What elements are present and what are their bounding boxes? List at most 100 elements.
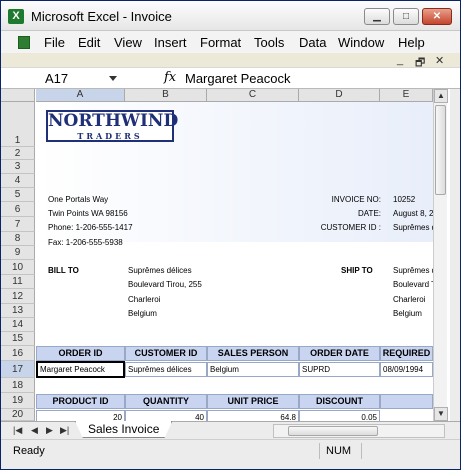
menu-window[interactable]: Window — [338, 35, 384, 50]
row-header-8[interactable]: 8 — [1, 232, 35, 246]
menu-help[interactable]: Help — [398, 35, 425, 50]
cell-c20[interactable]: 64.8 — [207, 410, 299, 421]
product-header-discount[interactable]: DISCOUNT — [299, 394, 380, 409]
row-header-20[interactable]: 20 — [1, 409, 35, 421]
select-all-corner[interactable] — [1, 89, 35, 102]
row-header-11[interactable]: 11 — [1, 275, 35, 289]
column-header-d[interactable]: D — [299, 89, 380, 102]
invoice-no-value[interactable]: 10252 — [393, 195, 415, 204]
row-header-16[interactable]: 16 — [1, 346, 35, 361]
company-fax[interactable]: Fax: 1-206-555-5938 — [48, 238, 123, 247]
row-header-19[interactable]: 19 — [1, 393, 35, 409]
cell-d20[interactable]: 0.05 — [299, 410, 380, 421]
row-header-15[interactable]: 15 — [1, 332, 35, 346]
menu-insert[interactable]: Insert — [154, 35, 187, 50]
invoice-no-label[interactable]: INVOICE NO: — [306, 195, 381, 204]
northwind-logo: NORTHWIND TRADERS — [46, 110, 178, 142]
vertical-scroll-thumb[interactable] — [435, 105, 446, 195]
insert-function-icon[interactable]: fx — [164, 70, 176, 85]
company-city[interactable]: Twin Points WA 98156 — [48, 209, 128, 218]
ship-to-line-2[interactable]: Boulevard T — [393, 280, 433, 289]
cell-c17[interactable]: Belgium — [207, 362, 299, 377]
minimize-button[interactable]: ▁ — [364, 8, 390, 25]
row-header-17[interactable]: 17 — [1, 361, 35, 378]
first-sheet-icon[interactable]: |◀ — [13, 425, 22, 436]
company-address[interactable]: One Portals Way — [48, 195, 108, 204]
horizontal-scroll-thumb[interactable] — [288, 426, 378, 436]
row-header-7[interactable]: 7 — [1, 217, 35, 232]
row-header-1[interactable]: 1 — [1, 102, 35, 147]
bill-to-line-3[interactable]: Charleroi — [128, 295, 160, 304]
next-sheet-icon[interactable]: ▶ — [46, 425, 53, 436]
excel-app-icon: X — [8, 9, 24, 24]
row-header-12[interactable]: 12 — [1, 289, 35, 304]
scroll-up-icon[interactable]: ▲ — [434, 89, 448, 103]
ship-to-line-4[interactable]: Belgium — [393, 309, 422, 318]
column-header-b[interactable]: B — [125, 89, 207, 102]
product-header-product-id[interactable]: PRODUCT ID — [36, 394, 125, 409]
menu-edit[interactable]: Edit — [78, 35, 100, 50]
bill-to-label[interactable]: BILL TO — [48, 266, 79, 275]
cell-d17[interactable]: SUPRD — [299, 362, 380, 377]
prev-sheet-icon[interactable]: ◀ — [31, 425, 38, 436]
cell-a20[interactable]: 20 — [36, 410, 125, 421]
close-button[interactable]: ✕ — [422, 8, 452, 25]
order-header-order-date[interactable]: ORDER DATE — [299, 346, 380, 361]
menu-format[interactable]: Format — [200, 35, 241, 50]
cell-b17[interactable]: Suprêmes délices — [125, 362, 207, 377]
doc-close-button[interactable]: ✕ — [435, 54, 444, 67]
column-header-c[interactable]: C — [207, 89, 299, 102]
menu-tools[interactable]: Tools — [254, 35, 284, 50]
row-header-6[interactable]: 6 — [1, 202, 35, 217]
order-header-customer-id[interactable]: CUSTOMER ID — [125, 346, 207, 361]
bill-to-line-2[interactable]: Boulevard Tirou, 255 — [128, 280, 202, 289]
row-header-14[interactable]: 14 — [1, 318, 35, 332]
last-sheet-icon[interactable]: ▶| — [60, 425, 69, 436]
column-header-e[interactable]: E — [380, 89, 433, 102]
name-box-dropdown-icon[interactable] — [109, 76, 117, 81]
maximize-button[interactable]: □ — [393, 8, 419, 25]
cell-b20[interactable]: 40 — [125, 410, 207, 421]
menu-view[interactable]: View — [114, 35, 142, 50]
vertical-scrollbar[interactable]: ▲ ▼ — [433, 89, 448, 421]
row-header-10[interactable]: 10 — [1, 260, 35, 275]
invoice-date-label[interactable]: DATE: — [306, 209, 381, 218]
row-header-5[interactable]: 5 — [1, 188, 35, 202]
order-header-sales-person[interactable]: SALES PERSON — [207, 346, 299, 361]
order-header-required[interactable]: REQUIRED — [380, 346, 433, 361]
menu-data[interactable]: Data — [299, 35, 326, 50]
product-header-empty[interactable] — [380, 394, 433, 409]
horizontal-scrollbar[interactable] — [273, 424, 445, 438]
cell-a17[interactable]: Margaret Peacock — [36, 361, 125, 378]
cell-e17[interactable]: 08/09/1994 — [380, 362, 433, 377]
scroll-down-icon[interactable]: ▼ — [434, 407, 448, 421]
title-bar[interactable]: X Microsoft Excel - Invoice ▁ □ ✕ — [1, 1, 460, 31]
ship-to-label[interactable]: SHIP TO — [341, 266, 373, 275]
workbook-icon[interactable] — [18, 36, 30, 49]
row-header-9[interactable]: 9 — [1, 246, 35, 260]
doc-minimize-button[interactable]: _ — [397, 54, 403, 66]
formula-input[interactable]: Margaret Peacock — [185, 71, 291, 86]
worksheet-grid: A B C D E 1 2 3 4 5 6 7 8 9 10 11 12 13 … — [1, 89, 460, 421]
menu-file[interactable]: File — [44, 35, 65, 50]
company-phone[interactable]: Phone: 1-206-555-1417 — [48, 223, 133, 232]
bill-to-line-4[interactable]: Belgium — [128, 309, 157, 318]
order-header-order-id[interactable]: ORDER ID — [36, 346, 125, 361]
row-header-13[interactable]: 13 — [1, 304, 35, 318]
row-header-18[interactable]: 18 — [1, 378, 35, 393]
bill-to-line-1[interactable]: Suprêmes délices — [128, 266, 192, 275]
row-header-4[interactable]: 4 — [1, 174, 35, 188]
tab-sales-invoice[interactable]: Sales Invoice — [75, 421, 173, 438]
invoice-customer-value[interactable]: Suprêmes d — [393, 223, 433, 232]
product-header-unit-price[interactable]: UNIT PRICE — [207, 394, 299, 409]
product-header-quantity[interactable]: QUANTITY — [125, 394, 207, 409]
column-header-a[interactable]: A — [36, 89, 125, 102]
vertical-split-area[interactable] — [450, 89, 460, 421]
invoice-customer-label[interactable]: CUSTOMER ID : — [306, 223, 381, 232]
row-header-3[interactable]: 3 — [1, 160, 35, 174]
ship-to-line-1[interactable]: Suprêmes d — [393, 266, 433, 275]
invoice-date-value[interactable]: August 8, 2 — [393, 209, 433, 218]
sheet-tab-bar: |◀ ◀ ▶ ▶| Sales Invoice — [1, 421, 460, 439]
row-header-2[interactable]: 2 — [1, 147, 35, 160]
ship-to-line-3[interactable]: Charleroi — [393, 295, 425, 304]
